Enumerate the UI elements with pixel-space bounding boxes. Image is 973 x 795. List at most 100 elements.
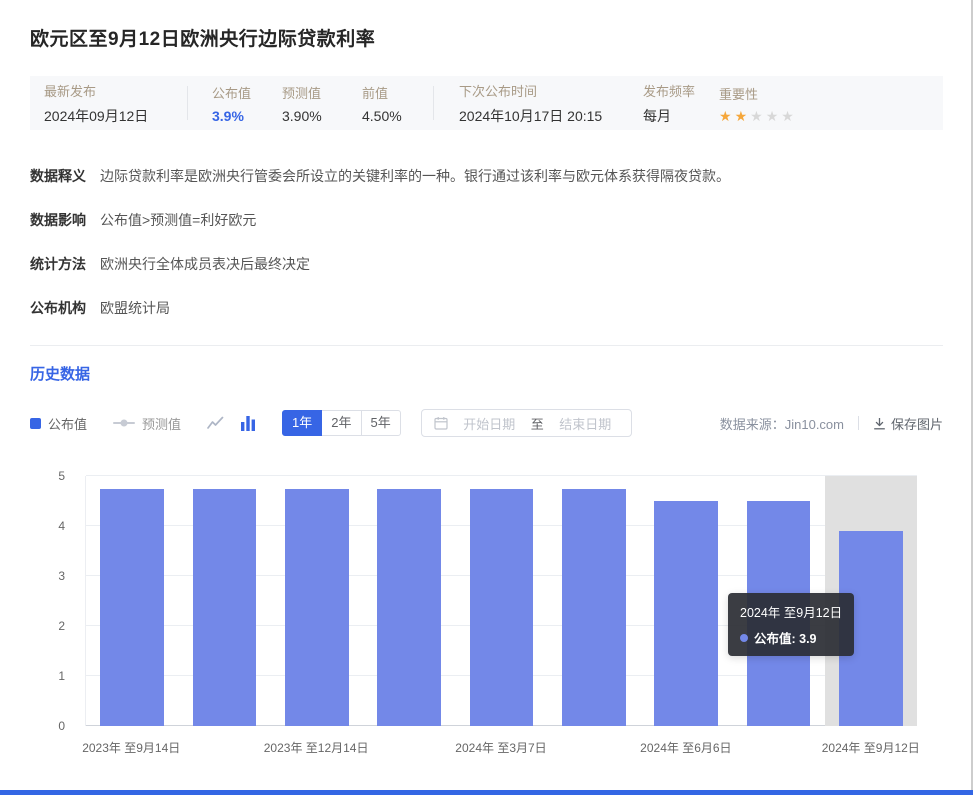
date-range-separator: 至 [531,414,544,433]
detail-value: 欧洲央行全体成员表决后最终决定 [100,254,310,274]
previous-group: 前值 4.50% [362,83,433,124]
importance-label: 重要性 [719,84,794,103]
previous-value: 4.50% [362,108,433,124]
page: 欧元区至9月12日欧洲央行边际贷款利率 最新发布 2024年09月12日 公布值… [0,0,973,795]
previous-label: 前值 [362,83,433,102]
detail-label: 统计方法 [30,254,92,274]
bar-slot[interactable] [178,476,270,726]
chart-y-axis: 012345 [39,476,75,726]
bar[interactable] [193,489,257,727]
forecast-label: 预测值 [282,83,362,102]
y-axis-label: 4 [39,519,65,533]
download-icon [873,417,886,430]
tooltip-value-text: 公布值: 3.9 [754,628,817,647]
bar[interactable] [377,489,441,727]
star-icon: ★ [719,109,732,123]
bar-slot[interactable] [640,476,732,726]
end-date-input[interactable]: 结束日期 [552,414,619,433]
footer-accent-bar [0,790,973,795]
chart-plot: 2024年 至9月12日 公布值: 3.9 [85,476,917,726]
save-image-label: 保存图片 [891,414,943,433]
y-axis-label: 3 [39,569,65,583]
legend-published-label: 公布值 [48,414,87,433]
bar-slot[interactable] [271,476,363,726]
section-divider [30,345,943,346]
tooltip-value-line: 公布值: 3.9 [740,628,842,647]
star-icon: ★ [781,109,794,123]
tooltip-title: 2024年 至9月12日 [740,602,842,621]
y-axis-label: 1 [39,669,65,683]
star-icon: ★ [766,109,779,123]
detail-row: 统计方法欧洲央行全体成员表决后最终决定 [30,254,943,274]
bar[interactable] [100,489,164,727]
detail-value: 欧盟统计局 [100,298,170,318]
x-axis-label: 2023年 至9月14日 [82,739,180,756]
x-axis-label: 2023年 至12月14日 [264,739,369,756]
published-group: 公布值 3.9% [212,83,282,124]
forecast-value: 3.90% [282,108,362,124]
bar[interactable] [562,489,626,727]
detail-row: 公布机构欧盟统计局 [30,298,943,318]
importance-stars: ★★★★★ [719,109,794,123]
importance-group: 重要性 ★★★★★ [719,84,794,123]
chart-right-tools: 数据来源：Jin10.com 保存图片 [720,414,943,433]
y-axis-label: 0 [39,719,65,733]
details-section: 数据释义边际贷款利率是欧洲央行管委会所设立的关键利率的一种。银行通过该利率与欧元… [30,166,943,318]
history-heading: 历史数据 [30,363,943,384]
detail-label: 数据释义 [30,166,92,186]
start-date-input[interactable]: 开始日期 [456,414,523,433]
detail-row: 数据释义边际贷款利率是欧洲央行管委会所设立的关键利率的一种。银行通过该利率与欧元… [30,166,943,186]
x-axis-label: 2024年 至9月12日 [822,739,920,756]
bar[interactable] [654,501,718,726]
next-release-label: 下次公布时间 [459,81,643,100]
latest-release-group: 最新发布 2024年09月12日 [44,81,187,126]
page-title: 欧元区至9月12日欧洲央行边际贷款利率 [30,0,943,51]
detail-row: 数据影响公布值>预测值=利好欧元 [30,210,943,230]
bar-slot[interactable] [363,476,455,726]
bar-chart-icon[interactable] [240,416,256,431]
chart-x-axis: 2023年 至9月14日 2023年 至12月14日 2024年 至3月7日 2024… [85,726,917,760]
save-image-button[interactable]: 保存图片 [873,414,943,433]
legend-published[interactable]: 公布值 [30,414,87,433]
calendar-icon [434,416,448,430]
vertical-divider [858,416,859,430]
bar[interactable] [470,489,534,727]
chart: 012345 2024年 至9月12日 公布值: 3.9 2023年 至9月14… [85,476,917,760]
data-source-label: 数据来源：Jin10.com [720,414,844,433]
range-button[interactable]: 1年 [282,410,322,436]
range-button[interactable]: 5年 [361,410,401,436]
detail-value: 公布值>预测值=利好欧元 [100,210,256,230]
next-release-value: 2024年10月17日 20:15 [459,106,643,126]
published-legend-swatch-icon [30,418,41,429]
forecast-group: 预测值 3.90% [282,83,362,124]
chart-tooltip: 2024年 至9月12日 公布值: 3.9 [728,593,854,656]
tooltip-series-dot-icon [740,634,748,642]
legend-forecast[interactable]: 预测值 [113,414,181,433]
vertical-divider [433,86,434,120]
latest-release-label: 最新发布 [44,81,187,100]
bar[interactable] [285,489,349,727]
line-chart-icon[interactable] [207,415,224,432]
detail-value: 边际贷款利率是欧洲央行管委会所设立的关键利率的一种。银行通过该利率与欧元体系获得… [100,166,730,186]
x-axis-label: 2024年 至6月6日 [640,739,731,756]
x-axis-label: 2024年 至3月7日 [455,739,546,756]
frequency-group: 发布频率 每月 [643,81,719,126]
y-axis-label: 5 [39,469,65,483]
vertical-divider [187,86,188,120]
published-label: 公布值 [212,83,282,102]
y-axis-label: 2 [39,619,65,633]
next-release-group: 下次公布时间 2024年10月17日 20:15 [459,81,643,126]
bar-slot[interactable] [455,476,547,726]
bar-slot[interactable] [86,476,178,726]
summary-bar: 最新发布 2024年09月12日 公布值 3.9% 预测值 3.90% 前值 4… [30,76,943,130]
bar-slot[interactable] [548,476,640,726]
detail-label: 数据影响 [30,210,92,230]
frequency-value: 每月 [643,106,719,126]
forecast-legend-line-icon [113,422,135,424]
range-button[interactable]: 2年 [321,410,361,436]
date-range-picker[interactable]: 开始日期 至 结束日期 [421,409,632,437]
legend-forecast-label: 预测值 [142,414,181,433]
chart-controls: 公布值 预测值 1年2年5年 开始日期 至 结束日期 数 [30,409,943,437]
range-button-group: 1年2年5年 [282,410,401,436]
star-icon: ★ [750,109,763,123]
